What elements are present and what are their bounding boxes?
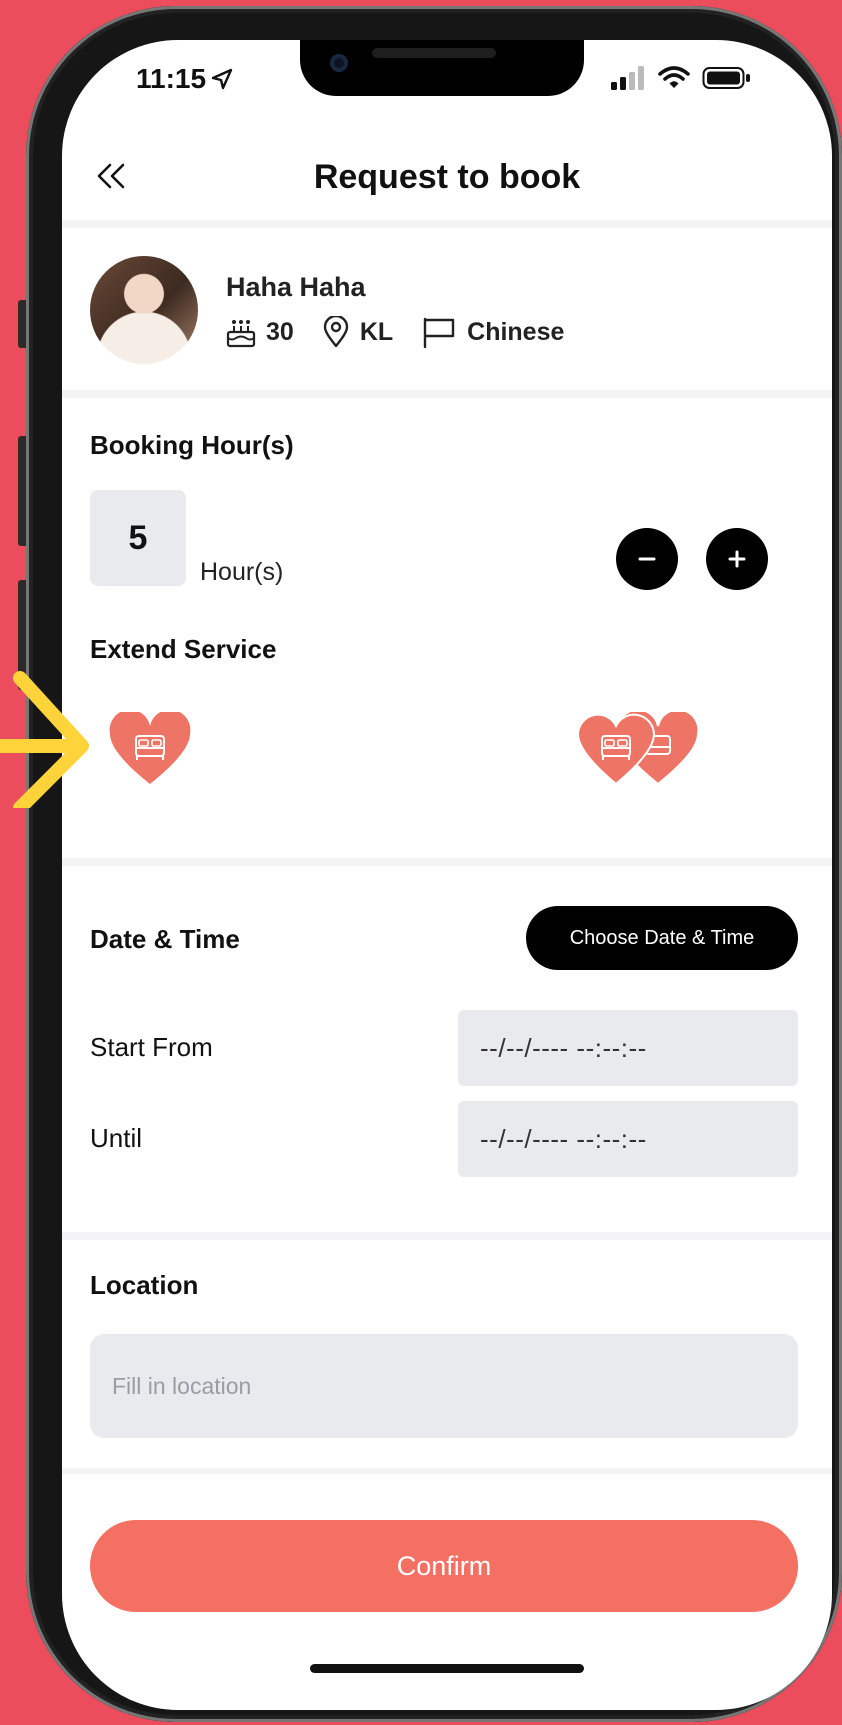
divider bbox=[62, 220, 832, 228]
start-from-label: Start From bbox=[90, 1032, 213, 1062]
cake-icon bbox=[226, 320, 256, 348]
home-indicator[interactable] bbox=[310, 1664, 584, 1673]
notch bbox=[300, 40, 584, 96]
confirm-button[interactable]: Confirm bbox=[90, 1520, 798, 1612]
front-camera bbox=[330, 54, 348, 72]
extend-service-title: Extend Service bbox=[90, 634, 277, 664]
status-time-text: 11:15 bbox=[136, 63, 207, 94]
profile-age-text: 30 bbox=[266, 317, 294, 346]
location-input[interactable]: Fill in location bbox=[90, 1334, 798, 1438]
choose-date-time-button[interactable]: Choose Date & Time bbox=[526, 906, 798, 970]
profile-language-text: Chinese bbox=[467, 317, 565, 346]
extend-service-double[interactable] bbox=[576, 708, 700, 791]
hours-value: 5 bbox=[128, 518, 148, 557]
cellular-signal-icon bbox=[611, 66, 644, 90]
hours-value-box[interactable]: 5 bbox=[90, 490, 186, 586]
profile-age: 30 bbox=[226, 316, 294, 348]
flag-icon bbox=[423, 317, 455, 348]
profile-name: Haha Haha bbox=[226, 272, 366, 302]
increase-hours-button[interactable] bbox=[706, 528, 768, 590]
booking-hours-title: Booking Hour(s) bbox=[90, 430, 294, 460]
status-time: 11:15 bbox=[136, 63, 234, 95]
start-datetime-value: --/--/---- --:--:-- bbox=[480, 1032, 647, 1063]
profile-location-text: KL bbox=[359, 317, 394, 346]
minus-icon bbox=[638, 557, 656, 561]
avatar bbox=[90, 256, 198, 364]
annotation-arrow-icon bbox=[0, 671, 89, 808]
page-title: Request to book bbox=[313, 158, 581, 196]
extend-service-single[interactable] bbox=[108, 709, 192, 791]
location-arrow-icon bbox=[211, 68, 233, 90]
start-datetime-field[interactable]: --/--/---- --:--:-- bbox=[458, 1010, 798, 1086]
divider bbox=[62, 858, 832, 866]
divider bbox=[62, 1232, 832, 1240]
map-pin-icon bbox=[323, 316, 349, 348]
date-time-title: Date & Time bbox=[90, 924, 240, 954]
battery-icon bbox=[702, 67, 750, 89]
profile-meta: 30 KL Chinese bbox=[226, 316, 592, 348]
double-heart-bed-icon bbox=[576, 708, 700, 786]
phone-screen: 11:15 Request to book Haha Haha 30 KL Ch… bbox=[62, 40, 832, 1710]
wifi-icon bbox=[658, 66, 690, 88]
plus-icon bbox=[728, 550, 746, 568]
until-datetime-field[interactable]: --/--/---- --:--:-- bbox=[458, 1101, 798, 1177]
divider bbox=[62, 390, 832, 398]
decrease-hours-button[interactable] bbox=[616, 528, 678, 590]
until-label: Until bbox=[90, 1123, 143, 1153]
header: Request to book bbox=[62, 136, 832, 220]
profile-location: KL bbox=[322, 316, 393, 348]
status-indicators bbox=[610, 66, 752, 90]
canvas: 11:15 Request to book Haha Haha 30 KL Ch… bbox=[0, 0, 842, 1725]
profile-language: Chinese bbox=[421, 316, 564, 348]
until-datetime-value: --/--/---- --:--:-- bbox=[480, 1123, 647, 1154]
hours-unit-label: Hour(s) bbox=[200, 558, 284, 586]
divider bbox=[62, 1468, 832, 1474]
location-placeholder: Fill in location bbox=[112, 1372, 252, 1399]
location-title: Location bbox=[90, 1270, 199, 1300]
speaker bbox=[372, 48, 496, 58]
heart-bed-icon bbox=[109, 709, 191, 784]
